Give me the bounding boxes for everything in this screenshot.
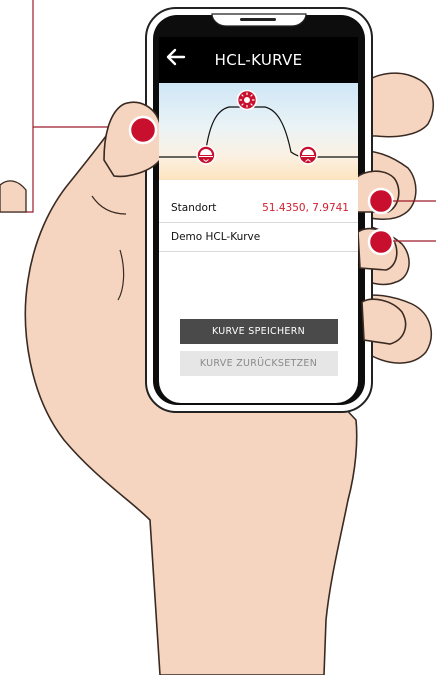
reset-curve-button[interactable]: KURVE ZURÜCKSETZEN xyxy=(179,351,338,376)
hand-fragment xyxy=(0,180,27,213)
location-row[interactable]: Standort 51.4350, 7.9741 xyxy=(159,194,358,223)
curve-name: Demo HCL-Kurve xyxy=(171,231,261,243)
location-value: 51.4350, 7.9741 xyxy=(262,202,349,214)
app-header: HCL-KURVE xyxy=(159,37,358,83)
sun-noon-icon[interactable] xyxy=(236,89,258,111)
sunset-icon[interactable] xyxy=(298,145,318,165)
sunrise-icon[interactable] xyxy=(196,145,216,165)
phone-screen: HCL-KURVE Standort 51.4350, 7.9741 Demo … xyxy=(159,37,358,403)
save-curve-button[interactable]: KURVE SPEICHERN xyxy=(179,319,338,344)
location-label: Standort xyxy=(171,202,217,214)
page-title: HCL-KURVE xyxy=(214,51,303,69)
action-buttons: KURVE SPEICHERN KURVE ZURÜCKSETZEN xyxy=(159,319,358,383)
arrow-left-icon[interactable] xyxy=(165,46,187,68)
curve-name-row[interactable]: Demo HCL-Kurve xyxy=(159,223,358,252)
hcl-curve-chart[interactable] xyxy=(159,83,358,180)
curve-line xyxy=(159,106,358,158)
spacer xyxy=(159,180,358,194)
